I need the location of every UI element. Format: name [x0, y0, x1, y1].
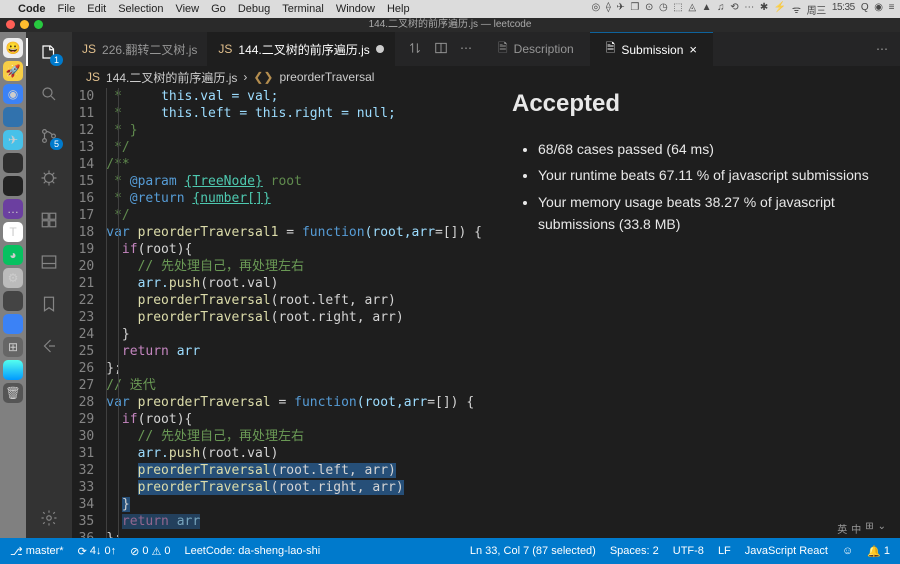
dock-finder-icon[interactable]: 😀 [3, 38, 23, 58]
macos-tray[interactable]: ◎⟠✈❐⊙◷⬚◬▲♫⟲⋯✱⚡ᯤ周三15:35Q◉≡ [592, 2, 894, 17]
status-bar: ⎇ master* ⟳ 4↓ 0↑ ⊘ 0 ⚠ 0 LeetCode: da-s… [0, 538, 900, 564]
breadcrumb[interactable]: JS 144.二叉树的前序遍历.js › ❮❯ preorderTraversa… [72, 66, 482, 88]
breadcrumb-symbol[interactable]: preorderTraversal [279, 70, 374, 84]
tab-label: 144.二叉树的前序遍历.js [238, 41, 369, 58]
dock-item[interactable]: … [3, 199, 23, 219]
tab-file-226[interactable]: JS226.翻转二叉树.js [72, 32, 208, 66]
feedback-icon[interactable]: ☺ [842, 545, 853, 557]
settings-gear-icon[interactable] [37, 506, 61, 530]
dock-item[interactable]: ✈ [3, 130, 23, 150]
bookmark-icon[interactable] [37, 292, 61, 316]
indentation[interactable]: Spaces: 2 [610, 545, 659, 557]
result-memory: Your memory usage beats 38.27 % of javas… [538, 191, 870, 236]
search-icon[interactable] [37, 82, 61, 106]
tab-submission[interactable]: 🗎 Submission × [590, 32, 713, 66]
menu-selection[interactable]: Selection [118, 3, 163, 15]
explorer-icon[interactable]: 1 [37, 40, 61, 64]
tab-label: 226.翻转二叉树.js [102, 41, 197, 58]
js-icon: JS [86, 70, 100, 84]
language-mode[interactable]: JavaScript React [745, 545, 828, 557]
line-gutter: 10 11 12 13 14 15 16 17 18 19 20 21 22 2… [72, 88, 106, 538]
close-icon[interactable]: × [689, 42, 697, 57]
menu-view[interactable]: View [175, 3, 199, 15]
dock-chrome-icon[interactable]: ◉ [3, 84, 23, 104]
problems[interactable]: ⊘ 0 ⚠ 0 [130, 545, 170, 558]
editor-tabs: JS226.翻转二叉树.js JS144.二叉树的前序遍历.js ⋯ [72, 32, 482, 66]
dock-wechat-icon[interactable]: ◕ [3, 245, 23, 265]
submission-result: Accepted 68/68 cases passed (64 ms) Your… [482, 66, 900, 240]
menu-window[interactable]: Window [336, 3, 375, 15]
dock-item[interactable] [3, 291, 23, 311]
split-editor-icon[interactable] [434, 41, 448, 58]
scm-badge: 5 [50, 138, 63, 150]
vscode-activity-bar: 1 5 [26, 32, 72, 538]
breadcrumb-file[interactable]: 144.二叉树的前序遍历.js [106, 69, 237, 86]
dock-item[interactable]: T [3, 222, 23, 242]
tab-description[interactable]: 🗎 Description [482, 32, 590, 66]
chevron-right-icon: › [243, 70, 247, 84]
macos-menubar: Code File Edit Selection View Go Debug T… [0, 0, 900, 18]
window-title: 144.二叉树的前序遍历.js — leetcode [369, 19, 532, 30]
menu-debug[interactable]: Debug [238, 3, 270, 15]
notifications[interactable]: 🔔 1 [867, 545, 890, 558]
maximize-window-icon[interactable] [34, 20, 43, 29]
dock-item[interactable]: ⊞ [3, 337, 23, 357]
more-icon[interactable]: ⋯ [460, 41, 472, 58]
result-runtime: Your runtime beats 67.11 % of javascript… [538, 164, 870, 186]
dock-item[interactable]: 🚀 [3, 61, 23, 81]
dock-item[interactable] [3, 107, 23, 127]
window-titlebar: 144.二叉树的前序遍历.js — leetcode [0, 18, 900, 32]
dock-item[interactable] [3, 314, 23, 334]
result-title: Accepted [512, 90, 870, 118]
result-tabs: 🗎 Description 🗎 Submission × ⋯ [482, 32, 900, 66]
unsaved-dot-icon [376, 45, 384, 53]
dock-terminal-icon[interactable] [3, 153, 23, 173]
result-cases: 68/68 cases passed (64 ms) [538, 138, 870, 160]
tab-label: Submission [621, 43, 683, 57]
app-name[interactable]: Code [18, 3, 46, 15]
menu-go[interactable]: Go [211, 3, 226, 15]
macos-dock[interactable]: 😀 🚀 ◉ ✈ … T ◕ ⚙ ⊞ 🗑 [0, 32, 26, 538]
extensions-icon[interactable] [37, 208, 61, 232]
debug-icon[interactable] [37, 166, 61, 190]
dock-item[interactable]: ⚙ [3, 268, 23, 288]
more-icon[interactable]: ⋯ [876, 42, 888, 56]
close-window-icon[interactable] [6, 20, 15, 29]
code-content[interactable]: * this.val = val; * this.left = this.rig… [106, 88, 482, 538]
code-editor[interactable]: 10 11 12 13 14 15 16 17 18 19 20 21 22 2… [72, 88, 482, 538]
git-sync[interactable]: ⟳ 4↓ 0↑ [78, 545, 117, 558]
compare-icon[interactable] [408, 41, 422, 58]
menu-help[interactable]: Help [387, 3, 410, 15]
function-icon: ❮❯ [253, 70, 273, 84]
file-icon: 🗎 [606, 39, 616, 60]
panel-icon[interactable] [37, 250, 61, 274]
leetcode-user[interactable]: LeetCode: da-sheng-lao-shi [184, 545, 320, 557]
menu-file[interactable]: File [58, 3, 76, 15]
tab-file-144[interactable]: JS144.二叉树的前序遍历.js [208, 32, 394, 66]
leetcode-icon[interactable] [37, 334, 61, 358]
dock-trash-icon[interactable]: 🗑 [3, 383, 23, 403]
encoding[interactable]: UTF-8 [673, 545, 704, 557]
dock-item[interactable] [3, 360, 23, 380]
minimize-window-icon[interactable] [20, 20, 29, 29]
eol[interactable]: LF [718, 545, 731, 557]
menu-edit[interactable]: Edit [87, 3, 106, 15]
dock-item[interactable] [3, 176, 23, 196]
scm-icon[interactable]: 5 [37, 124, 61, 148]
git-branch[interactable]: ⎇ master* [10, 545, 64, 558]
traffic-lights[interactable] [6, 20, 43, 29]
cursor-position[interactable]: Ln 33, Col 7 (87 selected) [470, 545, 596, 557]
explorer-badge: 1 [50, 54, 63, 66]
ime-indicator[interactable]: 英中⊞⌄ [833, 519, 890, 538]
tab-label: Description [514, 42, 574, 56]
menu-terminal[interactable]: Terminal [282, 3, 324, 15]
file-icon: 🗎 [498, 39, 508, 60]
